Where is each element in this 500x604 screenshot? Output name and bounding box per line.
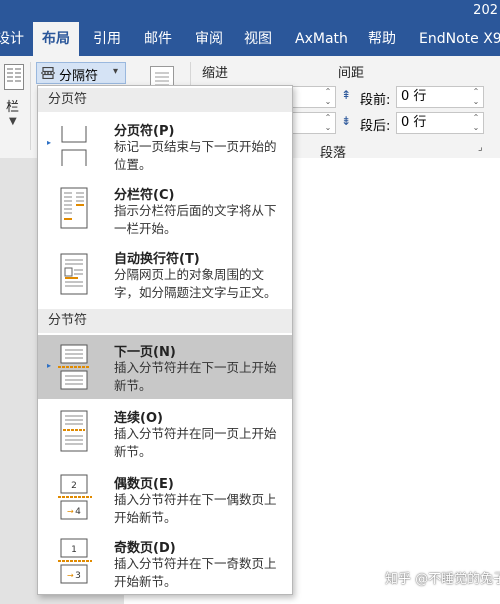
svg-text:→: → [67, 571, 74, 580]
section-breaks-header: 分节符 [38, 309, 292, 333]
menu-item-continuous[interactable]: 连续(O) 插入分节符并在同一页上开始新节。 [38, 401, 292, 465]
tab-axmath[interactable]: AxMath [295, 22, 348, 56]
spacing-before-icon: ⇞ [341, 88, 352, 102]
continuous-section-icon [60, 410, 88, 452]
ribbon-tab-bar: 设计 布局 引用 邮件 审阅 视图 AxMath 帮助 EndNote X9 [0, 22, 500, 56]
spacing-before-label: 段前: [360, 93, 391, 108]
odd-icon-number: 3 [75, 571, 81, 581]
menu-item-odd-page[interactable]: 1 3 → 奇数页(D) 插入分节符并在下一奇数页上开始新节。 [38, 531, 292, 593]
spacing-after-label: 段后: [360, 119, 391, 134]
menu-item-description: 指示分栏符后面的文字将从下一栏开始。 [114, 203, 277, 236]
menu-item-next-page[interactable]: ▸ 下一页(N) 插入分节符并在下一页上开始新节。 [38, 335, 292, 399]
menu-item-title: 下一页(N) [114, 345, 176, 360]
menu-item-title: 奇数页(D) [114, 541, 176, 556]
even-page-section-icon: 2 4 → [58, 474, 92, 520]
columns-icon[interactable] [4, 64, 24, 90]
watermark: 知乎 @不睡觉的兔子 [385, 572, 500, 587]
menu-item-text-wrapping[interactable]: 自动换行符(T) 分隔网页上的对象周围的文字，如分隔题注文字与正文。 [38, 242, 292, 308]
page-break-icon [61, 126, 87, 166]
menu-item-title: 偶数页(E) [114, 477, 174, 492]
menu-item-page-break[interactable]: ▸ 分页符(P) 标记一页结束与下一页开始的位置。 [38, 114, 292, 176]
tab-mailings[interactable]: 邮件 [144, 22, 172, 56]
menu-item-description: 插入分节符并在下一页上开始新节。 [114, 360, 277, 393]
window-title: 202 [473, 3, 498, 18]
marker-icon: ▸ [47, 361, 52, 370]
title-bar: 202 [0, 0, 500, 22]
odd-icon-number: 1 [71, 545, 77, 555]
tab-references[interactable]: 引用 [93, 22, 121, 56]
chevron-down-icon[interactable]: ▼ [9, 116, 17, 127]
breaks-button[interactable]: 分隔符 ▾ [36, 62, 126, 84]
tab-design[interactable]: 设计 [0, 22, 24, 56]
menu-item-title: 分栏符(C) [114, 188, 175, 203]
columns-label: 栏 [6, 100, 20, 115]
spacing-after-icon: ⇟ [341, 114, 352, 128]
spacing-before-input[interactable]: 0 行 ⌃ ⌄ [396, 86, 484, 108]
menu-item-column-break[interactable]: 分栏符(C) 指示分栏符后面的文字将从下一栏开始。 [38, 178, 292, 240]
page-breaks-header: 分页符 [38, 88, 292, 112]
tab-layout[interactable]: 布局 [33, 22, 79, 56]
menu-item-description: 插入分节符并在下一偶数页上开始新节。 [114, 492, 277, 525]
tab-review[interactable]: 审阅 [195, 22, 223, 56]
menu-item-description: 标记一页结束与下一页开始的位置。 [114, 139, 277, 172]
menu-item-title: 分页符(P) [114, 124, 175, 139]
tab-view[interactable]: 视图 [244, 22, 272, 56]
spacing-after-input[interactable]: 0 行 ⌃ ⌄ [396, 112, 484, 134]
breaks-dropdown-menu: 分页符 ▸ 分页符(P) 标记一页结束与下一页开始的位置。 分栏符(C) 指示分… [37, 85, 293, 595]
column-break-icon [60, 187, 88, 229]
menu-item-description: 插入分节符并在下一奇数页上开始新节。 [114, 556, 277, 589]
next-page-section-icon [58, 344, 90, 390]
spacing-label: 间距 [338, 66, 365, 81]
marker-icon: ▸ [47, 138, 52, 147]
text-wrapping-icon [60, 253, 88, 295]
tab-help[interactable]: 帮助 [368, 22, 396, 56]
menu-item-title: 自动换行符(T) [114, 252, 200, 267]
menu-item-description: 插入分节符并在同一页上开始新节。 [114, 426, 277, 459]
dialog-launcher-icon[interactable]: ⌟ [478, 142, 483, 153]
ribbon-separator [30, 62, 31, 150]
odd-page-section-icon: 1 3 → [58, 538, 92, 584]
indent-label: 缩进 [202, 66, 229, 81]
indent-right-spinner[interactable]: ⌃ ⌄ [286, 112, 336, 134]
indent-left-spinner[interactable]: ⌃ ⌄ [286, 86, 336, 108]
even-icon-number: 4 [75, 507, 81, 517]
even-icon-number: 2 [71, 481, 77, 491]
menu-item-even-page[interactable]: 2 4 → 偶数页(E) 插入分节符并在下一偶数页上开始新节。 [38, 467, 292, 529]
breaks-label: 分隔符 [59, 69, 99, 84]
menu-item-description: 分隔网页上的对象周围的文字，如分隔题注文字与正文。 [114, 267, 277, 300]
breaks-icon [41, 67, 55, 79]
svg-text:→: → [67, 507, 74, 516]
chevron-down-icon: ▾ [113, 66, 119, 77]
tab-endnote[interactable]: EndNote X9 [419, 22, 500, 56]
menu-item-title: 连续(O) [114, 411, 163, 426]
